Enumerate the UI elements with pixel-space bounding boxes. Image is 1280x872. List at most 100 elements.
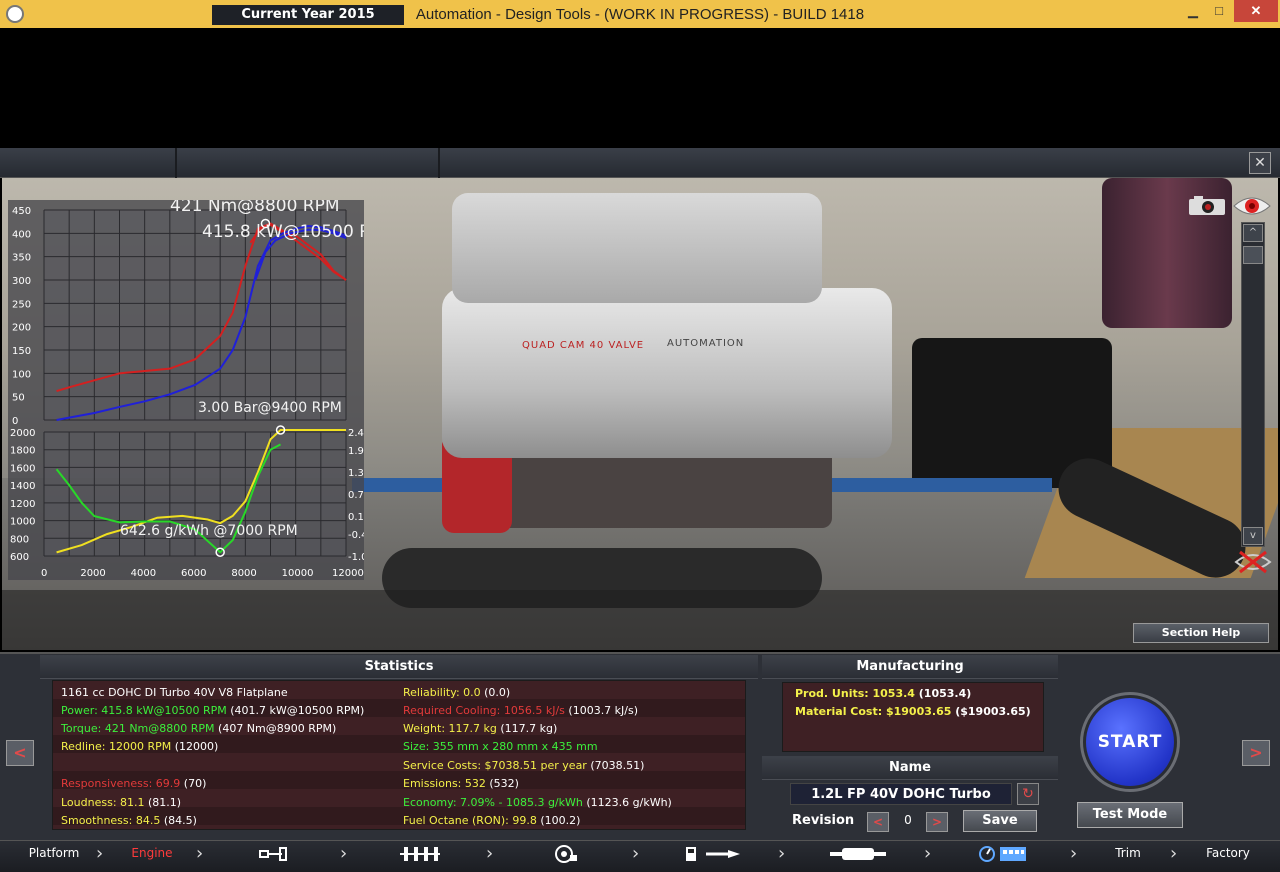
boost-peak-label: 3.00 Bar@9400 RPM (198, 400, 342, 416)
x-tick-label: 6000 (181, 568, 206, 579)
bsfc-min-label: 642.6 g/kWh @7000 RPM (120, 523, 298, 539)
stat-loudness: Loudness: 81.1 (81.1) (61, 796, 182, 809)
exhaust-icon[interactable] (828, 845, 888, 863)
engine-cover-label: QUAD CAM 40 VALVE (522, 340, 645, 351)
nav-platform[interactable]: Platform (14, 841, 94, 872)
current-year-label: Current Year 2015 (212, 5, 404, 25)
viewport-shadow-strip (2, 590, 1278, 650)
nav-engine[interactable]: Engine (112, 841, 192, 872)
close-panel-button[interactable]: ✕ (1249, 152, 1271, 174)
revision-label: Revision (792, 813, 855, 828)
material-cost: Material Cost: $19003.65 ($19003.65) (795, 705, 1031, 718)
eye-icon[interactable] (1232, 194, 1272, 218)
nav-trim[interactable]: Trim (1090, 841, 1166, 872)
stat-economy: Economy: 7.09% - 1085.3 g/kWh (1123.6 g/… (403, 796, 672, 809)
stat-reliability: Reliability: 0.0 (0.0) (403, 686, 511, 699)
window-title-bar: Automation - Design Tools - (WORK IN PRO… (0, 0, 1280, 28)
window-title: Automation - Design Tools - (WORK IN PRO… (415, 5, 865, 23)
viewport-intake-plenum (452, 193, 822, 303)
x-tick-label: 8000 (231, 568, 256, 579)
revision-prev-button[interactable]: < (867, 812, 889, 832)
start-button[interactable]: START (1086, 698, 1174, 786)
y-tick-label: 1800 (10, 446, 35, 457)
x-tick-label: 2000 (80, 568, 105, 579)
app-icon (6, 5, 24, 23)
nav-chevron-icon: › (96, 843, 104, 864)
zoom-scroll-thumb[interactable] (1243, 246, 1263, 264)
zoom-down-button[interactable]: v (1243, 527, 1263, 545)
nav-chevron-icon: › (924, 843, 932, 864)
y2-tick-label: 0.1 (348, 512, 364, 523)
year-bar-divider (175, 148, 177, 178)
y-tick-label: 300 (12, 276, 31, 287)
stat-emissions: Emissions: 532 (532) (403, 777, 519, 790)
stat-torque: Torque: 421 Nm@8800 RPM (407 Nm@8900 RPM… (61, 722, 337, 735)
crank-icon[interactable] (398, 845, 442, 863)
y2-tick-label: 0.7 (348, 490, 364, 501)
close-window-button[interactable]: ✕ (1234, 0, 1278, 22)
year-bar (0, 148, 1280, 178)
previous-section-button[interactable]: < (6, 740, 34, 766)
y-tick-label: 250 (12, 299, 31, 310)
nav-chevron-icon: › (486, 843, 494, 864)
camera-icon[interactable] (1188, 194, 1226, 216)
nav-chevron-icon: › (340, 843, 348, 864)
minimize-button[interactable]: ▁ (1180, 0, 1206, 22)
nav-factory[interactable]: Factory (1188, 841, 1268, 872)
y-tick-label: 1000 (10, 517, 35, 528)
y-tick-label: 400 (12, 229, 31, 240)
stat-service-costs: Service Costs: $7038.51 per year (7038.5… (403, 759, 645, 772)
x-tick-label: 0 (41, 568, 47, 579)
engine-name-field[interactable]: 1.2L FP 40V DOHC Turbo (790, 783, 1012, 805)
test-mode-button[interactable]: Test Mode (1077, 802, 1183, 828)
maximize-button[interactable]: □ (1206, 0, 1232, 22)
x-tick-label: 10000 (282, 568, 314, 579)
gauge-icon[interactable] (978, 845, 1030, 863)
y2-tick-label: 1.3 (348, 468, 364, 479)
fuel-icon[interactable] (684, 845, 744, 863)
name-header: Name (762, 756, 1058, 780)
engine-graph-panel: 450 400 350 300 250 200 150 100 50 0 2000 1800 1600 1… (8, 200, 364, 580)
x-tick-label: 12000 (332, 568, 364, 579)
statistics-header: Statistics (40, 655, 758, 679)
y2-tick-label: -1.0 (348, 552, 364, 563)
nav-chevron-icon: › (1070, 843, 1078, 864)
section-help-button[interactable]: Section Help (1133, 623, 1269, 643)
refresh-icon[interactable]: ↻ (1017, 783, 1039, 805)
engine-cover-brand: AUTOMATION (667, 338, 745, 349)
power-peak-label: 415.8 kW@10500 RPM (202, 222, 364, 242)
y-tick-label: 450 (12, 206, 31, 217)
y-tick-label: 150 (12, 346, 31, 357)
zoom-scrollbar[interactable] (1241, 222, 1265, 547)
nav-chevron-icon: › (1170, 843, 1178, 864)
turbo-icon[interactable] (552, 845, 578, 863)
stat-weight: Weight: 117.7 kg (117.7 kg) (403, 722, 558, 735)
nav-chevron-icon: › (778, 843, 786, 864)
save-button[interactable]: Save (963, 810, 1037, 832)
y-tick-label: 50 (12, 393, 25, 404)
y2-tick-label: 2.4 (348, 428, 364, 439)
y-tick-label: 800 (10, 534, 29, 545)
y-tick-label: 200 (12, 323, 31, 334)
revision-value: 0 (904, 813, 912, 827)
stat-size: Size: 355 mm x 280 mm x 435 mm (403, 740, 598, 753)
prod-units: Prod. Units: 1053.4 (1053.4) (795, 687, 972, 700)
y-tick-label: 1400 (10, 481, 35, 492)
nav-chevron-icon: › (196, 843, 204, 864)
revision-next-button[interactable]: > (926, 812, 948, 832)
next-section-button[interactable]: > (1242, 740, 1270, 766)
stat-required-cooling: Required Cooling: 1056.5 kJ/s (1003.7 kJ… (403, 704, 639, 717)
year-bar-divider (438, 148, 440, 178)
viewport-engine-block (442, 288, 892, 458)
y2-tick-label: 1.9 (348, 446, 364, 457)
section-nav-bar: Platform › Engine › › › › › › › Trim › F… (0, 840, 1280, 872)
xray-icon[interactable] (1234, 548, 1272, 576)
y-tick-label: 600 (10, 552, 29, 563)
engine-curves-chart: 4504003503002502001501005002000180016001… (8, 200, 364, 580)
stat-fuel-octane: Fuel Octane (RON): 99.8 (100.2) (403, 814, 581, 827)
block-icon[interactable] (258, 845, 290, 863)
y-tick-label: 0 (12, 416, 18, 427)
stat-redline: Redline: 12000 RPM (12000) (61, 740, 219, 753)
x-tick-label: 4000 (131, 568, 156, 579)
zoom-up-button[interactable]: ^ (1243, 224, 1263, 242)
